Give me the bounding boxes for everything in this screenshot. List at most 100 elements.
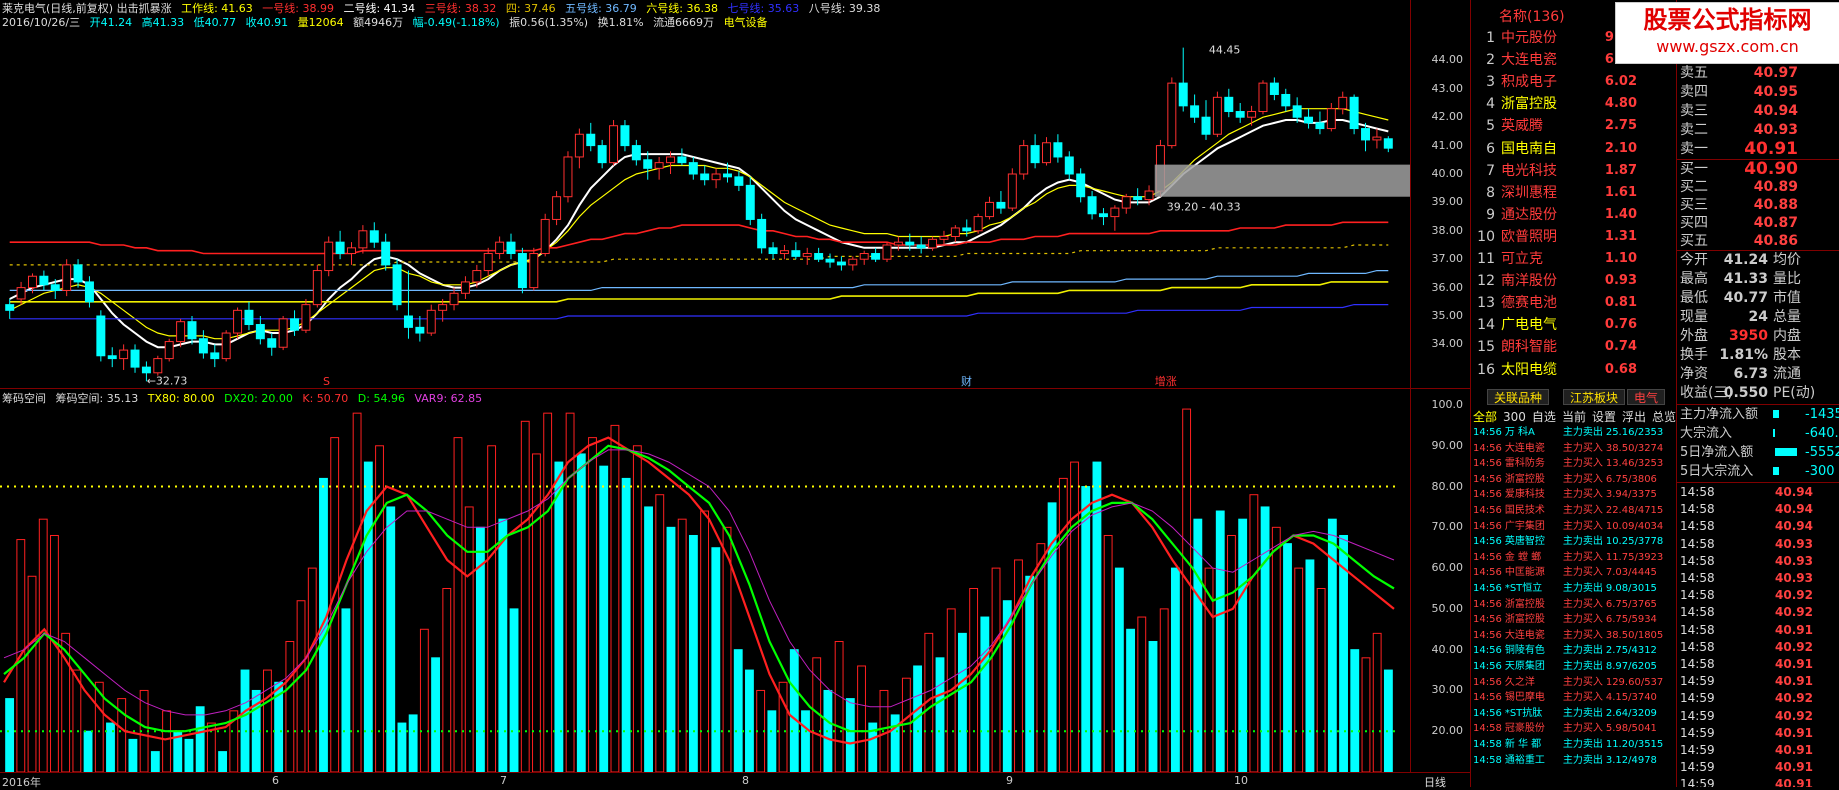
candle[interactable]: [631, 139, 641, 166]
trade-row[interactable]: 14:56 金 螳 螂 主力买入 11.75/3923: [1473, 550, 1663, 566]
chip-bar[interactable]: [487, 445, 497, 772]
candle[interactable]: [1042, 137, 1051, 166]
candle[interactable]: [643, 151, 653, 180]
candle[interactable]: [130, 344, 140, 373]
chip-bar[interactable]: [576, 453, 586, 772]
chip-bar[interactable]: [666, 526, 676, 772]
chip-bar[interactable]: [857, 665, 866, 772]
candle[interactable]: [836, 256, 846, 271]
chip-bar[interactable]: [1114, 567, 1124, 772]
chip-bar[interactable]: [711, 547, 721, 772]
chip-bar[interactable]: [700, 510, 710, 772]
candle[interactable]: [1304, 108, 1314, 129]
chip-bar[interactable]: [1182, 408, 1192, 772]
candle[interactable]: [39, 270, 49, 291]
chip-bar[interactable]: [733, 649, 743, 772]
candle[interactable]: [1098, 208, 1108, 226]
candle[interactable]: [449, 287, 459, 311]
trade-row[interactable]: 14:58 通裕重工 主力卖出 3.12/4978: [1473, 753, 1657, 769]
candle[interactable]: [369, 222, 379, 248]
chip-bar[interactable]: [285, 641, 295, 772]
chip-bar[interactable]: [5, 698, 15, 772]
candle[interactable]: [939, 230, 949, 245]
filter-5[interactable]: 浮出: [1622, 410, 1646, 424]
candle[interactable]: [221, 330, 231, 362]
filter-3[interactable]: 当前: [1562, 410, 1586, 424]
chip-bar[interactable]: [845, 698, 855, 772]
chip-bar[interactable]: [352, 412, 362, 772]
candle[interactable]: [609, 120, 619, 166]
stock-list-row[interactable]: 16 太阳电缆 0.68: [1471, 359, 1677, 381]
chip-bar[interactable]: [543, 412, 553, 772]
chip-bar[interactable]: [1148, 641, 1158, 772]
candle[interactable]: [848, 256, 858, 271]
candle[interactable]: [1212, 91, 1222, 138]
ask-row[interactable]: 卖三 40.94: [1677, 102, 1832, 121]
trade-row[interactable]: 14:56 久之洋 主力买入 129.60/537: [1473, 675, 1663, 691]
stock-list-row[interactable]: 6 国电南自 2.10: [1471, 138, 1677, 160]
stock-list-row[interactable]: 12 南洋股份 0.93: [1471, 270, 1677, 292]
filter-4[interactable]: 设置: [1592, 410, 1616, 424]
chip-bar[interactable]: [890, 714, 900, 772]
candle[interactable]: [1121, 193, 1131, 214]
chip-bar[interactable]: [1350, 649, 1360, 772]
candle[interactable]: [1110, 205, 1120, 231]
candlestick-chart[interactable]: 44.45 ←32.73 39.20 - 40.33 S 财 增涨: [0, 32, 1410, 387]
candle[interactable]: [1053, 134, 1063, 163]
chip-bar[interactable]: [1137, 616, 1147, 772]
candle[interactable]: [1315, 111, 1325, 135]
candle[interactable]: [255, 316, 265, 345]
candle[interactable]: [1258, 80, 1268, 115]
ask-row[interactable]: 卖一 40.91: [1677, 140, 1832, 159]
candle[interactable]: [757, 213, 767, 254]
candle[interactable]: [688, 156, 698, 180]
candle[interactable]: [301, 298, 311, 334]
chip-bar[interactable]: [1361, 657, 1371, 772]
stock-list-row[interactable]: 7 电光科技 1.87: [1471, 160, 1677, 182]
stock-list-row[interactable]: 3 积成电子 6.02: [1471, 71, 1677, 93]
chip-bar[interactable]: [408, 714, 418, 772]
trade-row[interactable]: 14:56 雷科防务 主力买入 13.46/3253: [1473, 456, 1663, 472]
candle[interactable]: [233, 307, 243, 339]
candle[interactable]: [96, 310, 106, 362]
candle[interactable]: [153, 355, 163, 376]
candle[interactable]: [1326, 103, 1336, 132]
ask-row[interactable]: 卖五 40.97: [1677, 64, 1832, 83]
chip-bar[interactable]: [1305, 559, 1315, 772]
chip-bar[interactable]: [588, 437, 597, 772]
candle[interactable]: [84, 276, 94, 308]
candle[interactable]: [597, 139, 607, 169]
chip-bar[interactable]: [621, 477, 631, 772]
chip-bar[interactable]: [442, 588, 452, 773]
trade-row[interactable]: 14:56 大连电瓷 主力买入 38.50/1805: [1473, 628, 1663, 644]
candle[interactable]: [1007, 168, 1017, 211]
chip-bar[interactable]: [554, 461, 564, 772]
tab-related[interactable]: 关联品种: [1487, 389, 1550, 405]
chip-bar[interactable]: [565, 412, 575, 772]
candle[interactable]: [779, 245, 789, 260]
trade-row[interactable]: 14:56 国民技术 主力买入 22.48/4715: [1473, 503, 1663, 519]
bid-row[interactable]: 买一 40.90: [1677, 160, 1832, 179]
candle[interactable]: [164, 338, 174, 362]
candle[interactable]: [973, 213, 983, 234]
candle[interactable]: [1178, 47, 1188, 112]
chip-bar[interactable]: [38, 518, 48, 772]
candle[interactable]: [768, 242, 778, 260]
candle[interactable]: [825, 253, 835, 268]
chip-bar[interactable]: [958, 632, 967, 772]
candle[interactable]: [996, 191, 1006, 214]
candle[interactable]: [460, 276, 470, 299]
chip-bar[interactable]: [532, 453, 541, 772]
candle[interactable]: [791, 242, 801, 260]
chip-bar[interactable]: [307, 567, 317, 772]
stock-list-row[interactable]: 15 朗科智能 0.74: [1471, 336, 1677, 358]
chip-bar[interactable]: [980, 616, 990, 772]
candle[interactable]: [677, 148, 687, 166]
candle[interactable]: [1269, 77, 1279, 101]
chip-bar[interactable]: [991, 567, 1001, 772]
chip-bar[interactable]: [610, 424, 620, 772]
chip-bar[interactable]: [464, 506, 474, 772]
stock-list-row[interactable]: 13 德赛电池 0.81: [1471, 292, 1677, 314]
candle[interactable]: [495, 236, 505, 260]
candle[interactable]: [403, 270, 413, 339]
